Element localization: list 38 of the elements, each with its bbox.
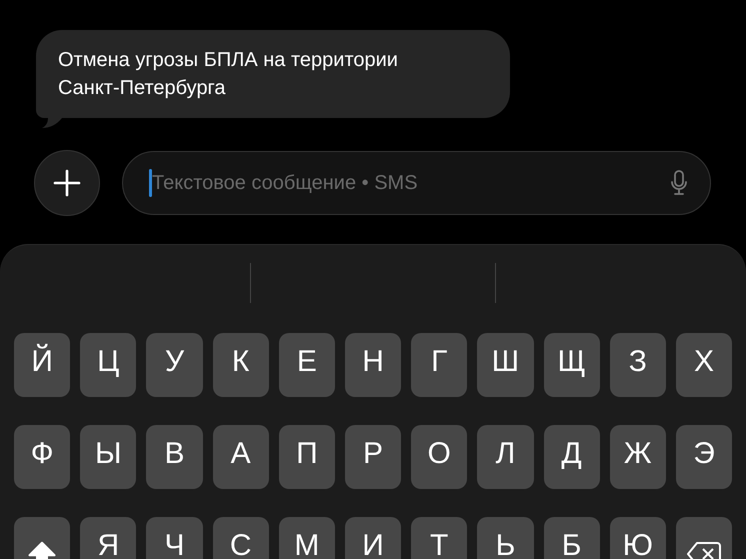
keyboard-key[interactable]: А (212, 425, 269, 489)
keyboard-key[interactable]: Я (80, 517, 136, 559)
keyboard-key[interactable]: С (212, 517, 269, 559)
keyboard-key[interactable]: И (344, 517, 402, 559)
keyboard-key[interactable]: В (146, 425, 203, 489)
keyboard-key[interactable]: Ш (477, 333, 534, 397)
keyboard-key[interactable]: Ы (80, 425, 136, 489)
keyboard-key[interactable]: Ю (610, 517, 666, 559)
plus-icon (53, 169, 81, 197)
keyboard-key[interactable]: Б (544, 517, 600, 559)
message-field[interactable]: Текстовое сообщение • SMS (122, 151, 711, 215)
backspace-icon (686, 541, 721, 559)
keyboard-key[interactable]: К (212, 333, 269, 397)
keyboard-key[interactable]: М (278, 517, 335, 559)
keyboard-key[interactable]: П (278, 425, 335, 489)
keyboard-key[interactable]: Л (477, 425, 534, 489)
keyboard-key[interactable]: Э (676, 425, 732, 489)
keyboard-key[interactable]: Н (344, 333, 402, 397)
microphone-icon[interactable] (670, 169, 688, 197)
keyboard-key[interactable]: Й (14, 333, 70, 397)
keyboard-key[interactable]: Ж (610, 425, 666, 489)
text-cursor (149, 169, 152, 197)
keyboard-key[interactable]: Ф (14, 425, 70, 489)
keyboard-key[interactable]: Ь (477, 517, 534, 559)
keyboard-key[interactable]: Е (278, 333, 335, 397)
keyboard-key[interactable]: Т (411, 517, 468, 559)
keyboard-key[interactable]: Х (676, 333, 732, 397)
keyboard-key[interactable]: З (610, 333, 666, 397)
keyboard-key[interactable]: О (411, 425, 468, 489)
message-text: Отмена угрозы БПЛА на территории Санкт-Петербурга (58, 48, 399, 101)
keyboard-key[interactable]: Р (344, 425, 402, 489)
keyboard-key[interactable]: Ц (80, 333, 136, 397)
keyboard-key[interactable]: Г (411, 333, 468, 397)
message-input[interactable]: Текстовое сообщение • SMS (152, 168, 670, 198)
keyboard-key[interactable]: Д (544, 425, 600, 489)
keyboard-key[interactable]: Ч (146, 517, 203, 559)
keyboard-key[interactable]: Щ (544, 333, 600, 397)
keyboard-key[interactable]: У (146, 333, 203, 397)
